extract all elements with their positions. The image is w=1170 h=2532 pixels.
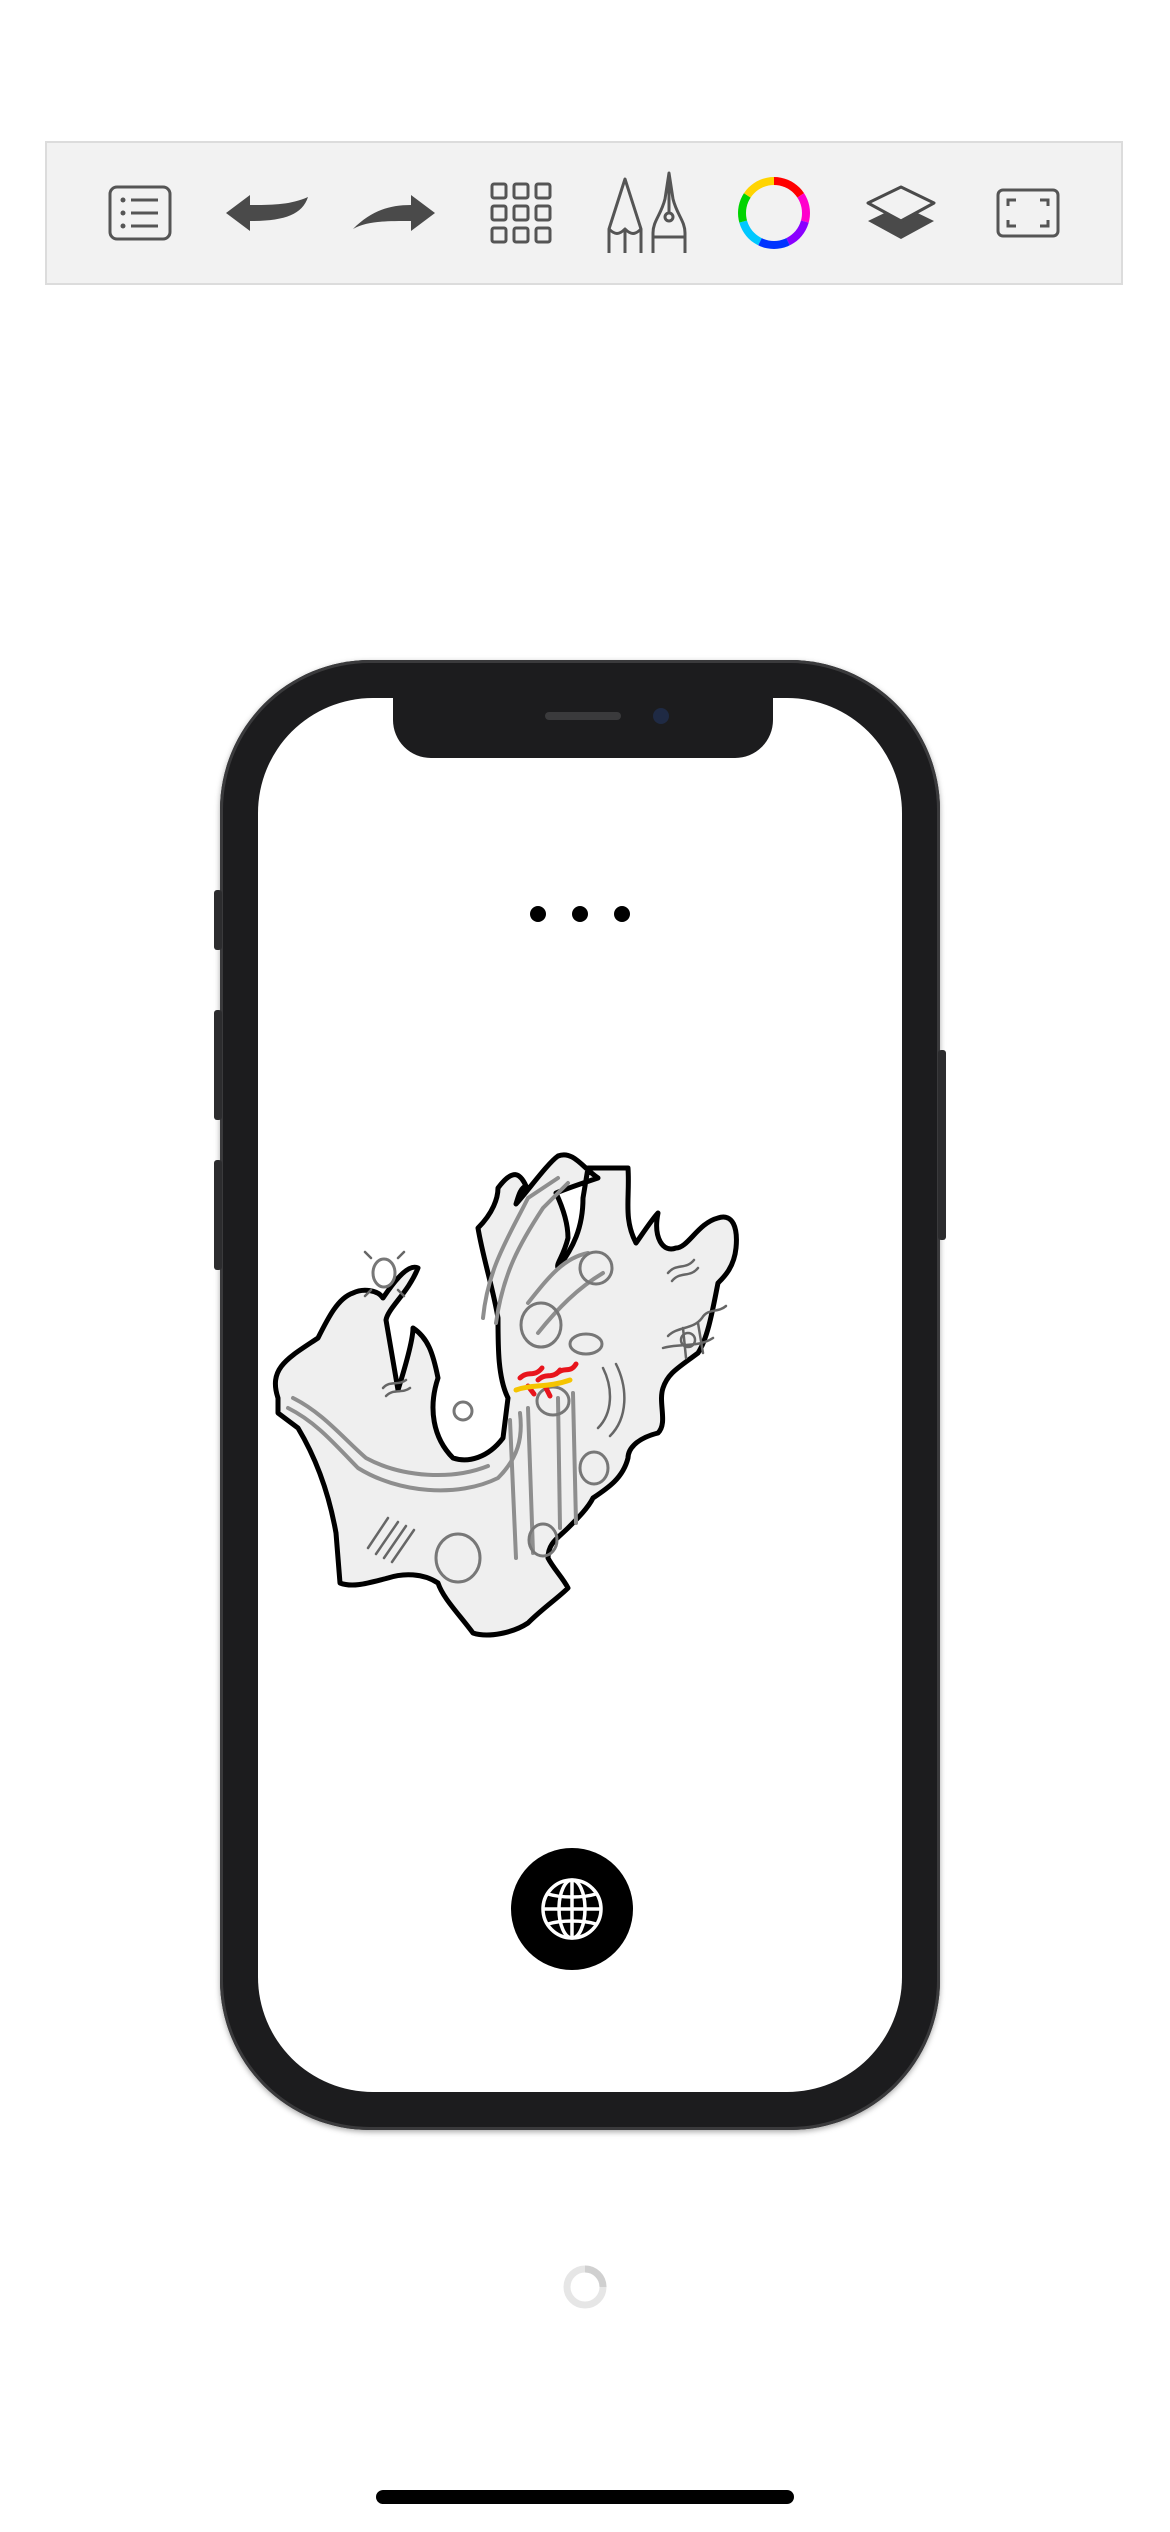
grid-icon — [490, 182, 552, 244]
dot — [530, 906, 546, 922]
globe-icon — [541, 1878, 603, 1940]
dot — [572, 906, 588, 922]
map-marker — [371, 1257, 397, 1289]
speaker-grille — [545, 712, 621, 720]
more-options-button[interactable] — [258, 906, 902, 922]
fullscreen-button[interactable] — [978, 163, 1078, 263]
drawing-tools-icon — [607, 171, 687, 253]
undo-icon — [226, 195, 309, 231]
redo-icon — [352, 195, 435, 231]
volume-up-button — [214, 1010, 222, 1120]
phone-screen — [258, 698, 902, 2092]
power-button — [938, 1050, 946, 1240]
layers-button[interactable] — [851, 163, 951, 263]
color-button[interactable] — [724, 163, 824, 263]
app-toolbar — [45, 141, 1123, 285]
map-marker — [452, 1400, 474, 1422]
gallery-button[interactable] — [471, 163, 571, 263]
map-drawing[interactable] — [258, 1068, 902, 1788]
front-camera — [653, 708, 669, 724]
layers-icon — [866, 185, 936, 239]
silent-switch — [214, 890, 222, 950]
home-indicator — [376, 2490, 794, 2504]
undo-button[interactable] — [217, 163, 317, 263]
color-wheel-icon — [738, 177, 811, 249]
list-button[interactable] — [90, 163, 190, 263]
fullscreen-icon — [996, 188, 1060, 238]
spinner-icon — [563, 2265, 607, 2309]
redo-button[interactable] — [344, 163, 444, 263]
notch — [393, 698, 773, 758]
globe-button[interactable] — [511, 1848, 633, 1970]
island-outline — [272, 1152, 739, 1638]
volume-down-button — [214, 1160, 222, 1270]
tools-button[interactable] — [597, 163, 697, 263]
phone-mockup — [214, 660, 946, 2130]
road-line — [556, 1396, 562, 1530]
dot — [614, 906, 630, 922]
list-icon — [108, 185, 172, 241]
